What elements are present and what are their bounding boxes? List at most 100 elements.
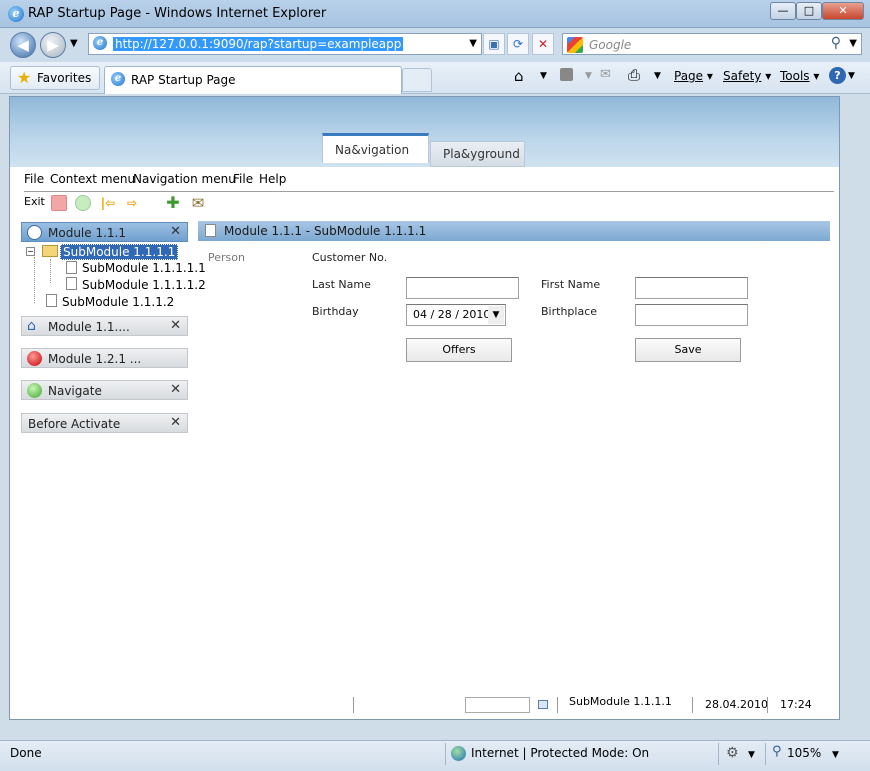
- zoom-dropdown-icon[interactable]: ▼: [832, 750, 839, 760]
- tree-item-submodule-1-1-1-1-1[interactable]: SubModule 1.1.1.1.1: [82, 261, 206, 275]
- menu-help[interactable]: Help: [259, 172, 286, 186]
- security-zone[interactable]: Internet | Protected Mode: On: [471, 746, 649, 760]
- birthplace-field[interactable]: [635, 304, 748, 326]
- save-button[interactable]: Save: [635, 338, 741, 362]
- menu-context[interactable]: Context menu: [50, 172, 135, 186]
- window-icon[interactable]: [538, 700, 548, 709]
- nav-group-module-1-2-1[interactable]: Module 1.2.1 ...: [21, 348, 188, 368]
- history-dropdown-icon[interactable]: ▼: [70, 38, 78, 49]
- address-dropdown-icon[interactable]: ▼: [469, 38, 477, 49]
- collapse-icon[interactable]: −: [26, 247, 35, 256]
- browser-tab-active[interactable]: e RAP Startup Page: [104, 66, 402, 94]
- document-icon: [205, 224, 216, 237]
- green-circle-icon[interactable]: [75, 195, 91, 211]
- birthday-value: 04 / 28 / 2010: [413, 308, 491, 321]
- document-icon: [66, 261, 77, 274]
- first-name-field[interactable]: [635, 277, 748, 299]
- status-input[interactable]: [465, 697, 530, 713]
- back-button[interactable]: ◀: [10, 32, 36, 58]
- stop-button[interactable]: ✕: [532, 33, 554, 55]
- home-dropdown-icon[interactable]: ▼: [540, 71, 547, 81]
- label-birthplace: Birthplace: [541, 305, 598, 318]
- close-icon[interactable]: ✕: [170, 415, 181, 430]
- nav-group-label: Before Activate: [28, 417, 121, 431]
- app-toolbar: Exit |⇦ ⇨ ✚ ✉: [24, 193, 324, 213]
- close-icon[interactable]: ✕: [170, 224, 181, 239]
- close-button[interactable]: ✕: [822, 2, 864, 20]
- window-titlebar: e RAP Startup Page - Windows Internet Ex…: [0, 0, 870, 28]
- status-text: Done: [10, 746, 42, 760]
- zoom-level[interactable]: 105%: [787, 746, 821, 760]
- search-placeholder: Google: [589, 38, 632, 52]
- chevron-down-icon[interactable]: ▼: [748, 750, 755, 760]
- next-arrow-icon[interactable]: ⇨: [124, 195, 140, 211]
- favorites-button[interactable]: ★ Favorites: [10, 66, 101, 90]
- favorites-label: Favorites: [37, 71, 92, 85]
- tab-navigation[interactable]: Na&vigation: [322, 133, 429, 163]
- first-arrow-icon[interactable]: |⇦: [100, 195, 116, 211]
- app-banner: Na&vigation Pla&yground: [10, 97, 839, 167]
- compatibility-view-button[interactable]: ▣: [483, 33, 505, 55]
- browser-statusbar: Done Internet | Protected Mode: On ⚙ ▼ ⚲…: [0, 740, 870, 771]
- document-icon: [46, 294, 57, 307]
- menu-navigation[interactable]: Navigation menu: [133, 172, 236, 186]
- gear-icon[interactable]: ⚙: [726, 745, 739, 761]
- refresh-button[interactable]: ⟳: [507, 33, 529, 55]
- search-icon[interactable]: ⚲: [831, 35, 841, 51]
- mail-icon[interactable]: ✉: [600, 67, 611, 82]
- feeds-icon[interactable]: [560, 68, 573, 81]
- tree-line: [34, 257, 35, 303]
- print-dropdown-icon[interactable]: ▼: [654, 71, 661, 81]
- nav-group-navigate[interactable]: Navigate ✕: [21, 380, 188, 400]
- search-field[interactable]: Google ⚲ ▼: [562, 33, 862, 55]
- status-separator: [718, 743, 719, 765]
- menu-file[interactable]: File: [24, 172, 44, 186]
- module-header: Module 1.1.1 - SubModule 1.1.1.1: [198, 221, 830, 241]
- nav-group-label: Module 1.1....: [48, 320, 130, 334]
- green-circle-icon: [27, 383, 42, 398]
- red-circle-icon: [27, 351, 42, 366]
- help-dropdown-icon[interactable]: ▼: [848, 71, 855, 81]
- section-label-person: Person: [208, 251, 245, 264]
- status-separator: [692, 697, 693, 713]
- exit-button[interactable]: Exit: [24, 195, 45, 208]
- google-icon: [567, 37, 583, 53]
- status-date: 28.04.2010: [705, 698, 768, 711]
- last-name-field[interactable]: [406, 277, 519, 299]
- tree-item-submodule-1-1-1-2[interactable]: SubModule 1.1.1.2: [62, 295, 174, 309]
- chevron-down-icon[interactable]: ▼: [488, 306, 504, 324]
- tools-menu[interactable]: Tools ▾: [780, 69, 819, 83]
- label-first-name: First Name: [541, 278, 601, 291]
- help-icon[interactable]: ?: [829, 67, 846, 84]
- home-icon[interactable]: ⌂: [514, 67, 524, 85]
- feeds-dropdown-icon[interactable]: ▼: [585, 71, 592, 81]
- add-icon[interactable]: ✚: [165, 195, 181, 211]
- maximize-button[interactable]: □: [796, 2, 822, 20]
- safety-menu[interactable]: Safety ▾: [723, 69, 771, 83]
- zoom-icon[interactable]: ⚲: [772, 744, 782, 759]
- search-dropdown-icon[interactable]: ▼: [849, 38, 857, 49]
- status-submodule: SubModule 1.1.1.1: [569, 695, 672, 708]
- minimize-button[interactable]: —: [770, 2, 796, 20]
- print-icon[interactable]: ⎙: [628, 66, 640, 84]
- red-square-icon[interactable]: [51, 195, 67, 211]
- new-tab-button[interactable]: [402, 68, 432, 92]
- page-menu[interactable]: Page ▾: [674, 69, 713, 83]
- nav-group-module-1-1-1[interactable]: Module 1.1.1 ✕: [21, 222, 188, 242]
- offers-button[interactable]: Offers: [406, 338, 512, 362]
- close-icon[interactable]: ✕: [170, 318, 181, 333]
- tree-item-submodule-1-1-1-1[interactable]: SubModule 1.1.1.1: [60, 244, 179, 260]
- birthday-field[interactable]: 04 / 28 / 2010 ▼: [406, 304, 506, 326]
- status-separator: [353, 697, 354, 713]
- tab-playground[interactable]: Pla&yground: [430, 141, 525, 167]
- tree-item-submodule-1-1-1-1-2[interactable]: SubModule 1.1.1.1.2: [82, 278, 206, 292]
- forward-button[interactable]: ▶: [40, 32, 66, 58]
- document-icon: [66, 277, 77, 290]
- address-field[interactable]: e http://127.0.0.1:9090/rap?startup=exam…: [88, 33, 482, 55]
- mail-icon[interactable]: ✉: [190, 195, 206, 211]
- nav-group-module-1-1[interactable]: ⌂ Module 1.1.... ✕: [21, 316, 188, 336]
- address-url[interactable]: http://127.0.0.1:9090/rap?startup=exampl…: [113, 37, 404, 51]
- menu-file-2[interactable]: File: [233, 172, 253, 186]
- nav-group-before-activate[interactable]: Before Activate ✕: [21, 413, 188, 433]
- close-icon[interactable]: ✕: [170, 382, 181, 397]
